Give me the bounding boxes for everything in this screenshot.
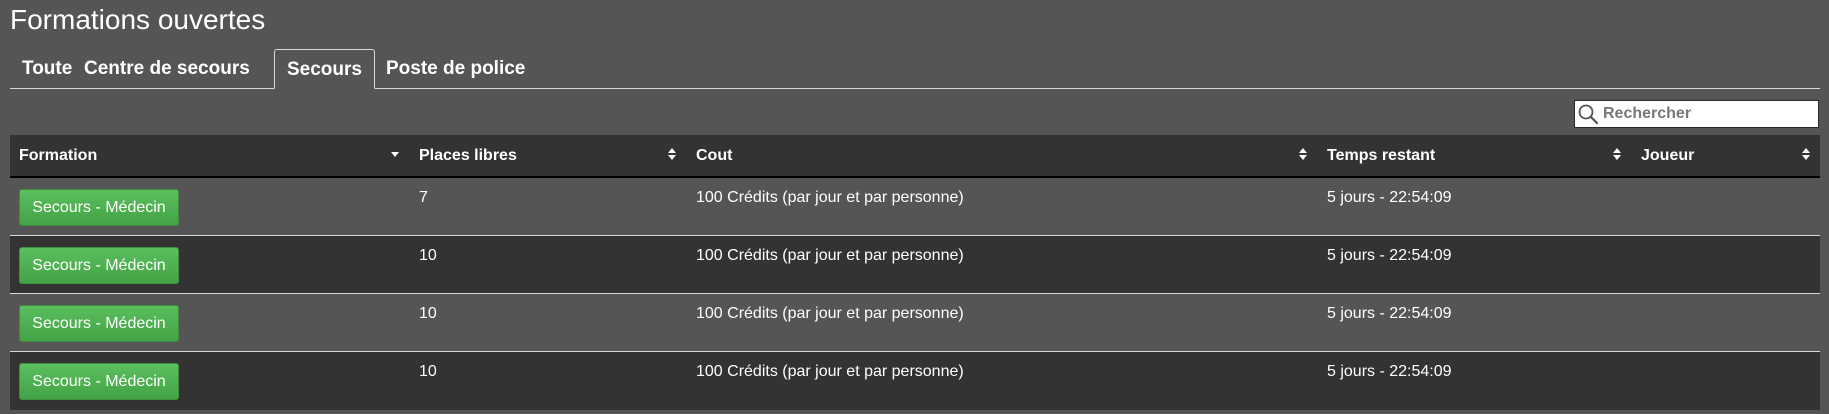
search-box xyxy=(1574,100,1819,128)
places-libres-cell: 7 xyxy=(419,189,428,206)
tab-centre-de-secours[interactable]: Centre de secours xyxy=(72,49,262,88)
formations-table: Formation Places libres Cout Temps resta… xyxy=(10,135,1820,410)
temps-restant-cell: 5 jours - 22:54:09 xyxy=(1327,247,1452,264)
table-header: Formation Places libres Cout Temps resta… xyxy=(10,135,1820,178)
table-row: Secours - Médecin 7 100 Crédits (par jou… xyxy=(10,178,1820,236)
search-icon xyxy=(1578,104,1599,125)
cout-cell: 100 Crédits (par jour et par personne) xyxy=(696,363,964,380)
cout-cell: 100 Crédits (par jour et par personne) xyxy=(696,189,964,206)
places-libres-cell: 10 xyxy=(419,363,437,380)
sort-both-icon[interactable] xyxy=(1612,146,1622,162)
tab-poste-de-police[interactable]: Poste de police xyxy=(374,49,537,88)
formation-button[interactable]: Secours - Médecin xyxy=(19,305,179,342)
temps-restant-cell: 5 jours - 22:54:09 xyxy=(1327,363,1452,380)
page-title: Formations ouvertes xyxy=(10,4,266,35)
column-header-temps-restant[interactable]: Temps restant xyxy=(1327,135,1435,176)
column-header-cout[interactable]: Cout xyxy=(696,135,732,176)
column-header-formation[interactable]: Formation xyxy=(19,135,97,176)
table-row: Secours - Médecin 10 100 Crédits (par jo… xyxy=(10,236,1820,294)
temps-restant-cell: 5 jours - 22:54:09 xyxy=(1327,189,1452,206)
formation-button[interactable]: Secours - Médecin xyxy=(19,189,179,226)
formation-button[interactable]: Secours - Médecin xyxy=(19,363,179,400)
column-header-places-libres[interactable]: Places libres xyxy=(419,135,517,176)
tab-secours[interactable]: Secours xyxy=(274,49,375,89)
sort-descending-icon[interactable] xyxy=(390,146,400,162)
cout-cell: 100 Crédits (par jour et par personne) xyxy=(696,305,964,322)
cout-cell: 100 Crédits (par jour et par personne) xyxy=(696,247,964,264)
search-input[interactable] xyxy=(1603,101,1815,127)
places-libres-cell: 10 xyxy=(419,247,437,264)
column-header-joueur[interactable]: Joueur xyxy=(1641,135,1694,176)
table-row: Secours - Médecin 10 100 Crédits (par jo… xyxy=(10,352,1820,410)
sort-both-icon[interactable] xyxy=(667,146,677,162)
sort-both-icon[interactable] xyxy=(1298,146,1308,162)
temps-restant-cell: 5 jours - 22:54:09 xyxy=(1327,305,1452,322)
places-libres-cell: 10 xyxy=(419,305,437,322)
table-row: Secours - Médecin 10 100 Crédits (par jo… xyxy=(10,294,1820,352)
tab-bar: Toute Centre de secours Secours Poste de… xyxy=(10,49,1820,89)
formation-button[interactable]: Secours - Médecin xyxy=(19,247,179,284)
sort-both-icon[interactable] xyxy=(1801,146,1811,162)
